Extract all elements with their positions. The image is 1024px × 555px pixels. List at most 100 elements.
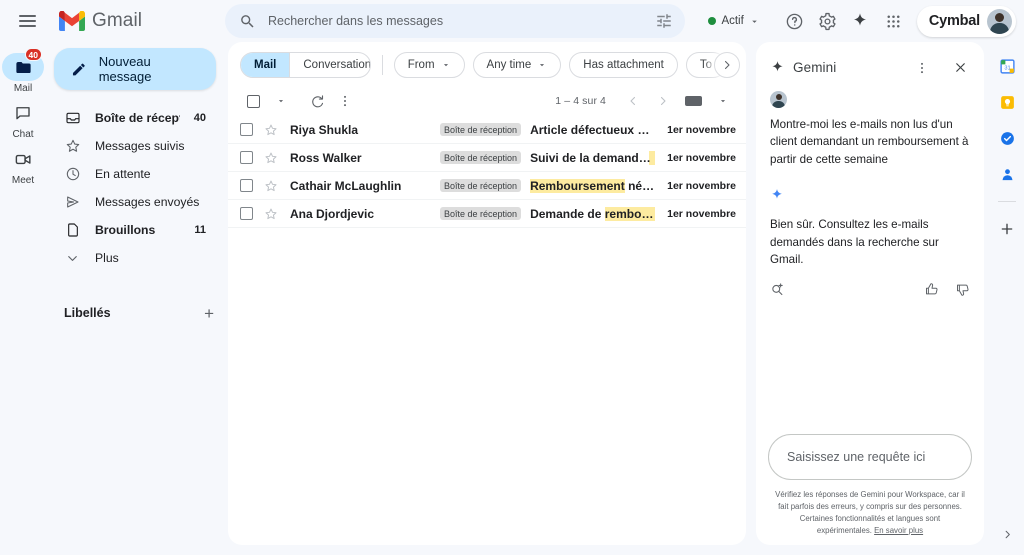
gmail-logo[interactable]: Gmail xyxy=(59,10,209,32)
status-dropdown[interactable]: Actif xyxy=(699,7,768,35)
thumbs-down-icon[interactable] xyxy=(955,282,970,302)
sender-name: Ross Walker xyxy=(290,150,362,165)
sidebar-item-sent[interactable]: Messages envoyés xyxy=(46,188,218,216)
inbox-label-tag: Boîte de réception xyxy=(440,151,522,164)
expand-rail-button[interactable] xyxy=(1002,527,1013,545)
compose-button[interactable]: Nouveau message xyxy=(54,48,216,90)
input-tools-dropdown-icon[interactable] xyxy=(710,88,736,114)
sidebar-count-drafts: 11 xyxy=(194,224,206,236)
avatar[interactable] xyxy=(987,8,1012,34)
row-checkbox[interactable] xyxy=(240,207,253,220)
more-options-icon[interactable] xyxy=(332,88,358,114)
gemini-prompt-input[interactable]: Saisissez une requête ici xyxy=(768,433,972,480)
star-icon[interactable] xyxy=(262,207,279,221)
email-subject: Demande de remboursement su… xyxy=(530,206,656,221)
rail-item-meet[interactable]: Meet xyxy=(0,142,46,186)
sidebar-item-inbox[interactable]: Boîte de réception 40 xyxy=(46,104,218,132)
sender-name: Riya Shukla xyxy=(290,122,359,137)
search-icon xyxy=(241,14,254,28)
sidebar-item-starred[interactable]: Messages suivis xyxy=(46,132,218,160)
table-row[interactable]: Ana Djordjevic Boîte de réception Demande … xyxy=(228,200,746,228)
settings-gear-icon[interactable] xyxy=(812,6,843,37)
email-subject: Article défectueux commandé #… xyxy=(530,123,655,137)
filter-chip-anytime[interactable]: Any time xyxy=(472,52,562,78)
chip-divider xyxy=(382,55,383,75)
tune-icon[interactable] xyxy=(655,12,673,30)
gemini-prompt-placeholder: Saisissez une requête ici xyxy=(787,449,926,464)
gemini-conversation: Montre-moi les e-mails non lus d'un clie… xyxy=(756,89,984,434)
rail-item-mail[interactable]: 40 Mail xyxy=(0,48,46,94)
search-input[interactable] xyxy=(268,14,643,28)
plus-icon[interactable] xyxy=(997,219,1017,239)
learn-more-link[interactable]: En savoir plus xyxy=(874,526,923,535)
star-icon[interactable] xyxy=(262,123,279,137)
contacts-icon[interactable] xyxy=(997,164,1017,184)
gemini-more-icon[interactable] xyxy=(906,52,937,83)
gemini-footer: Saisissez une requête ici Vérifiez les r… xyxy=(756,433,984,545)
inbox-label-tag: Boîte de réception xyxy=(440,179,522,192)
tasks-icon[interactable] xyxy=(997,128,1017,148)
pencil-icon xyxy=(72,63,85,75)
mail-icon: 40 xyxy=(2,48,44,81)
subject-text: Demande de xyxy=(530,206,605,221)
help-icon[interactable] xyxy=(779,6,810,37)
gemini-sparkle-icon[interactable] xyxy=(845,6,876,37)
calendar-icon[interactable]: 31 xyxy=(997,56,1017,76)
star-icon[interactable] xyxy=(262,151,279,165)
sidebar-label-drafts: Brouillons xyxy=(95,223,156,237)
sender-name: Cathair McLaughlin xyxy=(290,178,402,193)
chip-scroll-right-button[interactable] xyxy=(714,52,740,78)
table-row[interactable]: Riya Shukla Boîte de réception Article déf… xyxy=(228,116,746,144)
keyboard-shortcut-icon[interactable] xyxy=(680,88,706,114)
clock-icon xyxy=(64,166,81,182)
refresh-icon[interactable] xyxy=(304,88,330,114)
row-checkbox[interactable] xyxy=(240,123,253,136)
keep-icon[interactable] xyxy=(997,92,1017,112)
gemini-close-icon[interactable] xyxy=(945,52,976,83)
table-row[interactable]: Ross Walker Boîte de réception Suivi de la… xyxy=(228,144,746,172)
filter-chip-anytime-label: Any time xyxy=(486,59,532,71)
star-icon xyxy=(64,138,81,154)
filter-chip-from[interactable]: From xyxy=(393,52,465,78)
row-checkbox[interactable] xyxy=(240,179,253,192)
product-rail: 40 Mail Chat Meet xyxy=(0,42,46,555)
pagination-next-button[interactable] xyxy=(650,88,676,114)
apps-grid-icon[interactable] xyxy=(878,6,909,37)
filter-chip-bar: Mail Conversations Espaces From Any time… xyxy=(228,42,746,86)
sidebar-item-snoozed[interactable]: En attente xyxy=(46,160,218,188)
star-icon[interactable] xyxy=(262,179,279,193)
add-label-icon[interactable]: + xyxy=(204,305,214,322)
gemini-sparkle-icon xyxy=(772,61,783,72)
select-dropdown-icon[interactable] xyxy=(268,88,294,114)
message-list-panel: Mail Conversations Espaces From Any time… xyxy=(228,42,746,545)
email-date: 1er novembre xyxy=(667,207,736,220)
gemini-disclaimer-text: Vérifiez les réponses de Gemini pour Wor… xyxy=(775,489,965,535)
email-date: 1er novembre xyxy=(667,151,736,164)
send-icon xyxy=(64,194,81,210)
row-checkbox[interactable] xyxy=(240,151,253,164)
segment-conversations[interactable]: Conversations xyxy=(290,53,370,77)
account-pill[interactable]: Cymbal xyxy=(916,5,1016,37)
pagination-prev-button[interactable] xyxy=(620,88,646,114)
pagination-range: 1 – 4 sur 4 xyxy=(555,95,606,107)
sidebar-label-inbox: Boîte de réception xyxy=(95,111,180,125)
mail-badge: 40 xyxy=(24,48,42,61)
rail-label-meet: Meet xyxy=(11,175,35,186)
rail-label-chat: Chat xyxy=(12,129,34,140)
sidebar-item-more[interactable]: Plus xyxy=(46,244,218,272)
thumbs-up-icon[interactable] xyxy=(924,282,939,302)
inbox-label-tag: Boîte de réception xyxy=(440,123,522,136)
sidebar-item-drafts[interactable]: Brouillons 11 xyxy=(46,216,218,244)
filter-chip-attachment[interactable]: Has attachment xyxy=(569,52,678,78)
rail-divider xyxy=(998,201,1016,202)
hamburger-icon[interactable] xyxy=(6,0,48,42)
search-plus-icon[interactable] xyxy=(770,282,785,302)
sidebar-label-more: Plus xyxy=(95,251,119,265)
segment-mail[interactable]: Mail xyxy=(241,53,291,77)
rail-item-chat[interactable]: Chat xyxy=(0,96,46,140)
select-all-checkbox[interactable] xyxy=(240,88,266,114)
search-container xyxy=(225,4,685,38)
chevron-down-icon xyxy=(443,64,448,67)
table-row[interactable]: Cathair McLaughlin Boîte de réception Remb… xyxy=(228,172,746,200)
search-box[interactable] xyxy=(225,4,685,38)
